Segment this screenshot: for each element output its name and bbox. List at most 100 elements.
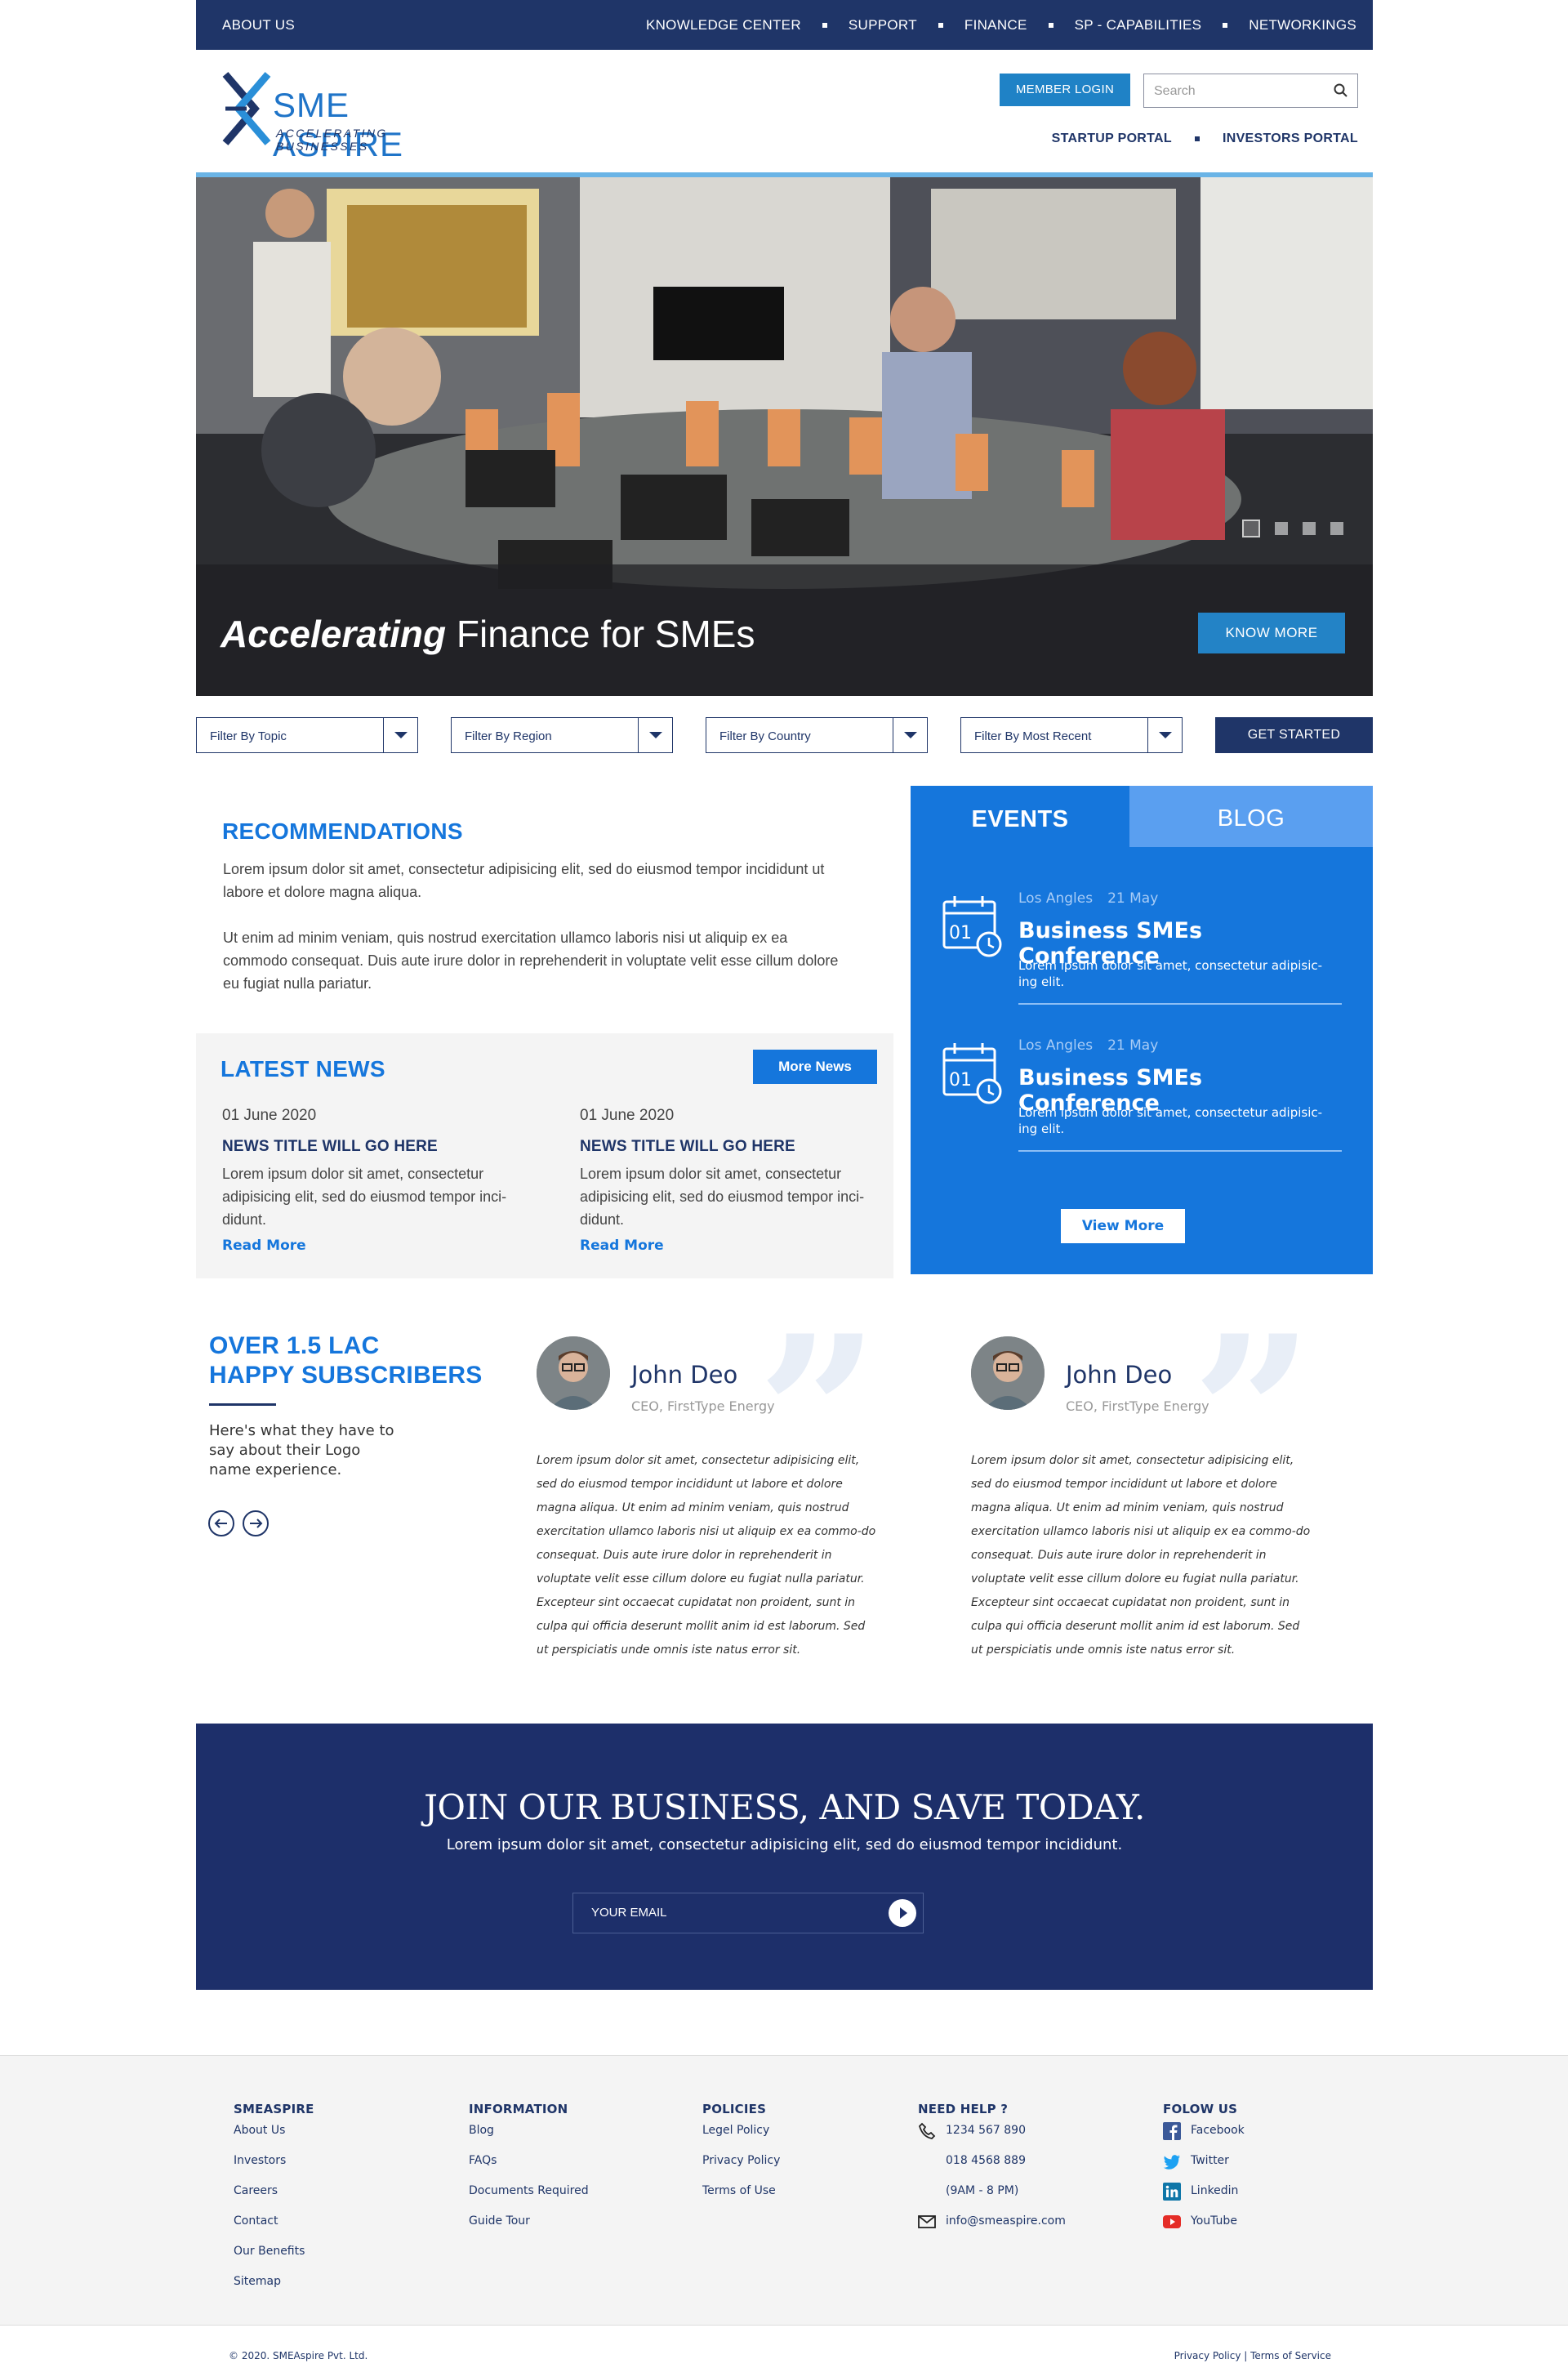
submit-arrow-icon[interactable] [889,1899,916,1927]
hero-title-emphasis: Accelerating [220,613,447,655]
social-linkedin[interactable]: Linkedin [1163,2182,1245,2201]
slider-dot[interactable] [1275,522,1288,535]
youtube-icon [1163,2214,1181,2228]
footer-link[interactable]: About Us [234,2121,314,2140]
filter-country-select[interactable]: Filter By Country [706,717,928,753]
footer-link[interactable]: Contact [234,2212,314,2231]
arrow-right-icon[interactable] [242,1510,270,1537]
calendar-icon: 01 [942,1043,1002,1104]
newsletter-section: JOIN OUR BUSINESS, AND SAVE TODAY. Lorem… [196,1724,1373,1990]
get-started-button[interactable]: GET STARTED [1215,717,1373,753]
filter-bar: Filter By Topic Filter By Region Filter … [196,717,1373,753]
footer-link[interactable]: Legel Policy [702,2121,780,2140]
recommendations-title: RECOMMENDATIONS [222,818,463,844]
footer-heading: INFORMATION [469,2102,568,2116]
footer-link[interactable]: Careers [234,2182,314,2201]
phone-number: 1234 567 890 [946,2124,1026,2137]
search-icon[interactable] [1333,83,1349,99]
chevron-down-icon[interactable] [893,718,927,752]
footer-link[interactable]: FAQs [469,2152,589,2170]
support-hours: (9AM - 8 PM) [918,2182,1066,2201]
nav-sp-capabilities[interactable]: SP - CAPABILITIES [1075,17,1202,33]
footer-link[interactable]: Sitemap [234,2272,314,2291]
svg-text:01: 01 [949,1070,972,1090]
social-facebook[interactable]: Facebook [1163,2121,1245,2140]
nav-support[interactable]: SUPPORT [849,17,917,33]
chevron-down-icon[interactable] [383,718,417,752]
slider-dot[interactable] [1330,522,1343,535]
read-more-link[interactable]: Read More [222,1238,532,1254]
social-twitter[interactable]: Twitter [1163,2152,1245,2170]
email-placeholder: YOUR EMAIL [591,1906,667,1920]
tab-blog[interactable]: BLOG [1129,786,1373,847]
startup-portal-link[interactable]: STARTUP PORTAL [1052,132,1172,146]
email-field[interactable]: YOUR EMAIL [572,1893,924,1933]
hero-slider-dots [1242,520,1343,537]
event-meta: Los Angles 21 May [1018,1037,1158,1054]
arrow-left-icon[interactable] [207,1510,235,1537]
support-email[interactable]: info@smeaspire.com [918,2212,1066,2231]
slider-dot[interactable] [1303,522,1316,535]
read-more-link[interactable]: Read More [580,1238,890,1254]
news-date: 01 June 2020 [580,1107,675,1124]
footer-column-help: NEED HELP ? 1234 567 890 018 4568 889 (9… [918,2102,1066,2231]
nav-finance[interactable]: FINANCE [964,17,1027,33]
filter-topic-select[interactable]: Filter By Topic [196,717,418,753]
footer-column-policies: POLICIES Legel Policy Privacy Policy Ter… [702,2102,780,2201]
nav-separator [822,23,827,28]
view-more-button[interactable]: View More [1061,1209,1185,1243]
site-footer: SMEASPIRE About Us Investors Careers Con… [0,2055,1568,2325]
chevron-down-icon[interactable] [638,718,672,752]
footer-link[interactable]: Investors [234,2152,314,2170]
logo-x-icon [222,72,271,145]
filter-region-select[interactable]: Filter By Region [451,717,673,753]
footer-link[interactable]: Our Benefits [234,2242,314,2261]
nav-networkings[interactable]: NETWORKINGS [1249,17,1356,33]
hero-top-strip [196,172,1373,177]
investors-portal-link[interactable]: INVESTORS PORTAL [1223,132,1358,146]
search-input[interactable]: Search [1143,74,1358,108]
event-divider [1018,1003,1342,1005]
footer-link[interactable]: Guide Tour [469,2212,589,2231]
news-item: 01 June 2020 NEWS TITLE WILL GO HERE Lor… [580,1107,890,1254]
site-logo[interactable]: SME ASPIRE ACCELERATING BUSINESSES [222,71,483,163]
svg-text:01: 01 [949,923,972,943]
event-date: 21 May [1107,1037,1159,1054]
news-title[interactable]: NEWS TITLE WILL GO HERE [222,1138,532,1156]
subscribers-heading-line: HAPPY SUBSCRIBERS [209,1362,483,1389]
avatar [971,1336,1045,1410]
social-label: Twitter [1191,2154,1229,2167]
nav-about-us[interactable]: ABOUT US [222,17,295,33]
event-item[interactable]: 01 Los Angles 21 May Business SMEs Confer… [942,1037,1342,1168]
news-title[interactable]: NEWS TITLE WILL GO HERE [580,1138,890,1156]
chevron-down-icon[interactable] [1147,718,1182,752]
footer-link[interactable]: Blog [469,2121,589,2140]
more-news-button[interactable]: More News [753,1050,877,1084]
tab-events[interactable]: EVENTS [911,786,1129,847]
nav-knowledge-center[interactable]: KNOWLEDGE CENTER [646,17,801,33]
know-more-button[interactable]: KNOW MORE [1198,613,1345,653]
hero-title-rest: Finance for SMEs [446,613,755,655]
testimonial-role: CEO, FirstType Energy [1066,1398,1209,1414]
facebook-icon [1163,2121,1181,2140]
footer-column-information: INFORMATION Blog FAQs Documents Required… [469,2102,589,2231]
social-youtube[interactable]: YouTube [1163,2212,1245,2231]
newsletter-heading: JOIN OUR BUSINESS, AND SAVE TODAY. [424,1787,1145,1827]
legal-links[interactable]: Privacy Policy | Terms of Service [1174,2350,1331,2361]
event-item[interactable]: 01 Los Angles 21 May Business SMEs Confer… [942,890,1342,1021]
phone-primary[interactable]: 1234 567 890 [918,2121,1066,2140]
event-city: Los Angles [1018,1037,1094,1054]
event-meta: Los Angles 21 May [1018,890,1158,907]
filter-recent-select[interactable]: Filter By Most Recent [960,717,1183,753]
footer-link[interactable]: Privacy Policy [702,2152,780,2170]
member-login-button[interactable]: MEMBER LOGIN [1000,74,1130,106]
testimonial-role: CEO, FirstType Energy [631,1398,775,1414]
subscribers-heading-line: OVER 1.5 LAC [209,1332,380,1359]
footer-link[interactable]: Terms of Use [702,2182,780,2201]
recommendations-paragraph: Lorem ipsum dolor sit amet, consectetur … [223,861,825,900]
slider-dot-active[interactable] [1242,520,1260,537]
portal-separator [1194,136,1200,141]
footer-link[interactable]: Documents Required [469,2182,589,2201]
phone-secondary[interactable]: 018 4568 889 [918,2152,1066,2170]
